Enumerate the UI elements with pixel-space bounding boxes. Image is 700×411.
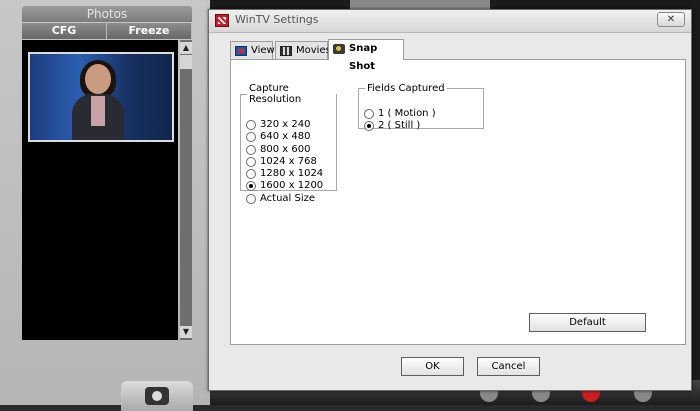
radio-button[interactable] — [246, 193, 256, 204]
resolution-option-1280x1024[interactable]: 1280 x 1024 — [241, 168, 336, 180]
wintv-side-panel: Photos CFG Freeze ▲ ▼ — [0, 0, 210, 411]
camera-icon — [333, 44, 345, 54]
radio-button[interactable] — [246, 156, 256, 167]
resolution-option-640x480[interactable]: 640 x 480 — [241, 131, 336, 143]
resolution-option-1600x1200[interactable]: 1600 x 1200 — [241, 180, 336, 192]
snapshot-button[interactable] — [121, 381, 193, 411]
fields-option-still[interactable]: 2 ( Still ) — [359, 120, 483, 132]
fields-option-motion[interactable]: 1 ( Motion ) — [359, 108, 483, 120]
tv-icon — [235, 46, 247, 56]
capture-resolution-label: Capture Resolution — [249, 83, 302, 105]
photo-thumbnail[interactable] — [28, 52, 174, 142]
cfg-tab[interactable]: CFG — [22, 23, 107, 39]
radio-button-selected[interactable] — [246, 181, 256, 192]
resolution-option-actual-size[interactable]: Actual Size — [241, 193, 336, 205]
dialog-title: WinTV Settings — [235, 13, 319, 26]
ok-button[interactable]: OK — [401, 357, 464, 376]
tab-movies[interactable]: Movies — [275, 41, 331, 59]
tab-view[interactable]: View — [230, 41, 275, 59]
default-button[interactable]: Default — [529, 313, 646, 332]
radio-button[interactable] — [246, 144, 256, 155]
scroll-thumb[interactable] — [180, 55, 192, 69]
fields-captured-group: Fields Captured 1 ( Motion ) 2 ( Still ) — [358, 83, 484, 132]
photos-panel-title: Photos — [22, 6, 192, 22]
capture-resolution-group: Capture Resolution 320 x 240 640 x 480 8… — [240, 83, 337, 204]
radio-button[interactable] — [246, 120, 256, 130]
close-button[interactable]: ✕ — [657, 12, 685, 27]
camera-icon — [145, 387, 169, 405]
dialog-titlebar[interactable]: WinTV Settings ✕ — [209, 10, 691, 33]
snap-shot-panel: Capture Resolution 320 x 240 640 x 480 8… — [230, 59, 686, 345]
radio-button[interactable] — [246, 132, 256, 143]
scroll-down-icon[interactable]: ▼ — [180, 326, 192, 338]
wintv-app-icon — [215, 14, 229, 27]
cancel-button[interactable]: Cancel — [477, 357, 540, 376]
resolution-option-800x600[interactable]: 800 x 600 — [241, 144, 336, 156]
wintv-settings-dialog: WinTV Settings ✕ View Movies Snap Shot C… — [208, 9, 692, 391]
radio-button-selected[interactable] — [364, 121, 374, 132]
radio-button[interactable] — [364, 109, 374, 119]
fields-captured-label: Fields Captured — [367, 83, 445, 94]
scroll-up-icon[interactable]: ▲ — [180, 42, 192, 54]
photos-panel-tabs: CFG Freeze — [22, 23, 192, 39]
radio-button[interactable] — [246, 169, 256, 180]
tab-snap-shot[interactable]: Snap Shot — [328, 39, 404, 72]
resolution-option-320x240[interactable]: 320 x 240 — [241, 119, 336, 131]
thumbnail-scrollbar[interactable]: ▲ ▼ — [180, 40, 192, 340]
resolution-option-1024x768[interactable]: 1024 x 768 — [241, 156, 336, 168]
freeze-tab[interactable]: Freeze — [107, 23, 192, 39]
photo-thumbnail-list — [22, 40, 178, 340]
film-icon — [280, 46, 292, 56]
